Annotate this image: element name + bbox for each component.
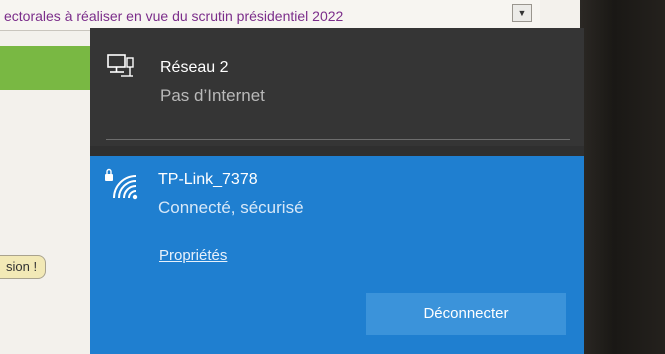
properties-link[interactable]: Propriétés [159,247,227,264]
wifi-secured-icon [104,168,140,207]
monitor-bezel [580,0,665,354]
ethernet-computer-icon [107,54,135,85]
network-flyout: Réseau 2 Pas d’Internet TP-Link_7378 Con… [90,28,584,354]
network-status: Pas d’Internet [160,86,265,105]
network-name: Réseau 2 [160,59,229,76]
disconnect-button[interactable]: Déconnecter [366,293,566,335]
green-banner [0,46,100,90]
network-status: Connecté, sécurisé [158,198,304,217]
webpage-button[interactable]: sion ! [0,255,47,279]
network-item-tp-link-7378[interactable]: TP-Link_7378 Connecté, sécurisé Propriét… [90,156,584,354]
webpage-header-bar: ectorales à réaliser en vue du scrutin p… [0,0,540,31]
network-divider [106,139,570,140]
network-name: TP-Link_7378 [158,171,258,188]
dropdown-arrow-icon[interactable]: ▼ [512,4,532,22]
network-item-reseau-2[interactable]: Réseau 2 Pas d’Internet [90,28,584,146]
webpage-header-text: ectorales à réaliser en vue du scrutin p… [4,8,344,24]
